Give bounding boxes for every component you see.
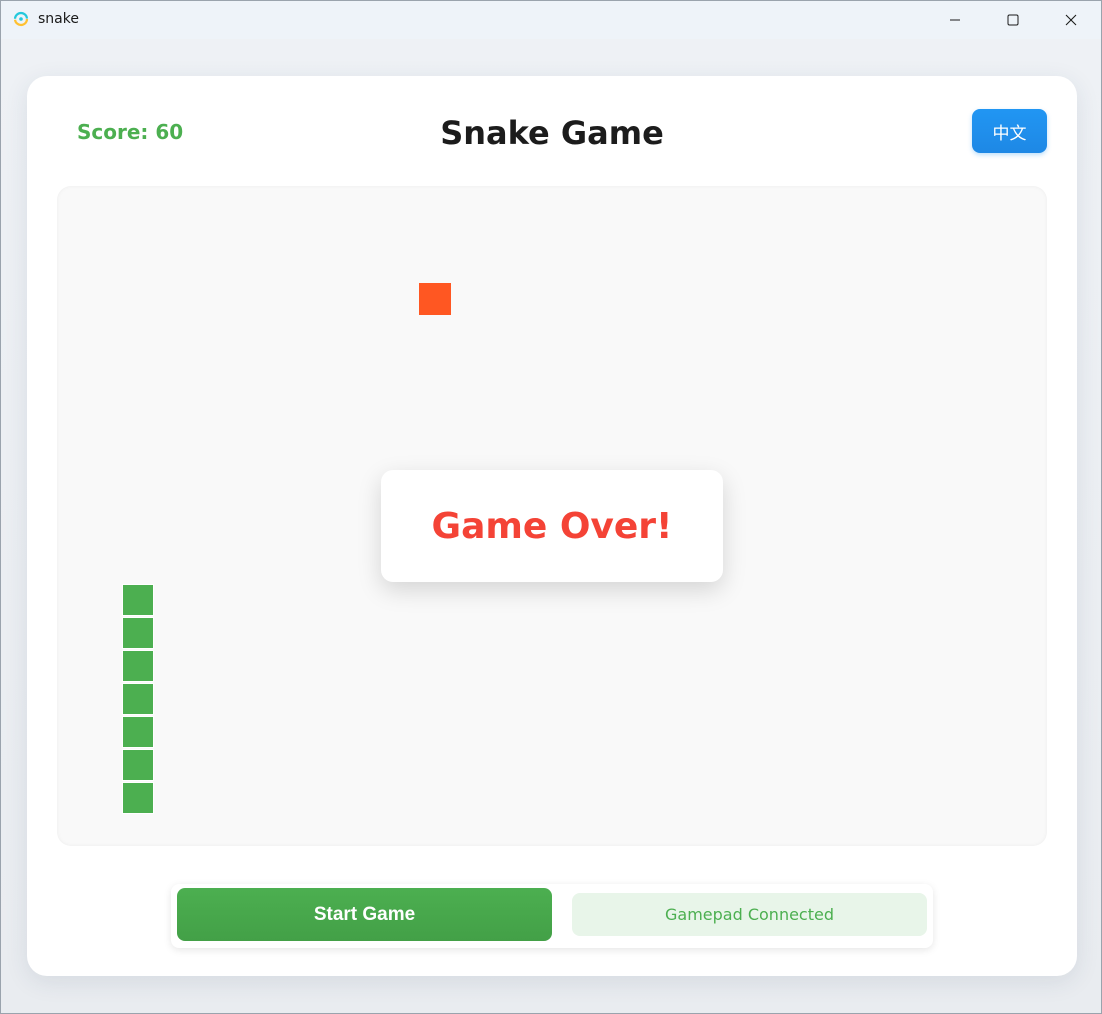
language-toggle-button[interactable]: 中文 (972, 109, 1047, 153)
start-game-button[interactable]: Start Game (177, 888, 552, 941)
snake-segment (122, 683, 154, 715)
snake-segment (122, 749, 154, 781)
food-item (419, 283, 451, 315)
page-title: Snake Game (440, 114, 664, 152)
window-title: snake (38, 11, 79, 27)
snake-segment (122, 716, 154, 748)
title-bar[interactable]: snake (1, 1, 1101, 39)
app-content: Score: 60 Snake Game 中文 Game Over! Start… (1, 39, 1101, 1013)
snake-segment (122, 782, 154, 814)
game-board[interactable]: Game Over! (57, 186, 1047, 846)
game-card: Score: 60 Snake Game 中文 Game Over! Start… (27, 76, 1077, 976)
app-logo-icon (13, 11, 29, 27)
close-icon (1065, 14, 1077, 26)
app-window: snake Score: 60 Snake Game 中文 Game Over!… (0, 0, 1102, 1014)
snake-segment (122, 650, 154, 682)
game-over-message: Game Over! (431, 505, 673, 547)
snake-head (122, 584, 154, 616)
maximize-button[interactable] (984, 1, 1042, 39)
maximize-icon (1007, 14, 1019, 26)
minimize-button[interactable] (926, 1, 984, 39)
close-button[interactable] (1042, 1, 1100, 39)
snake-segment (122, 617, 154, 649)
minimize-icon (950, 19, 960, 21)
gamepad-status-badge: Gamepad Connected (572, 893, 927, 936)
game-over-dialog: Game Over! (381, 470, 723, 582)
controls-bar: Start Game Gamepad Connected (171, 884, 933, 948)
